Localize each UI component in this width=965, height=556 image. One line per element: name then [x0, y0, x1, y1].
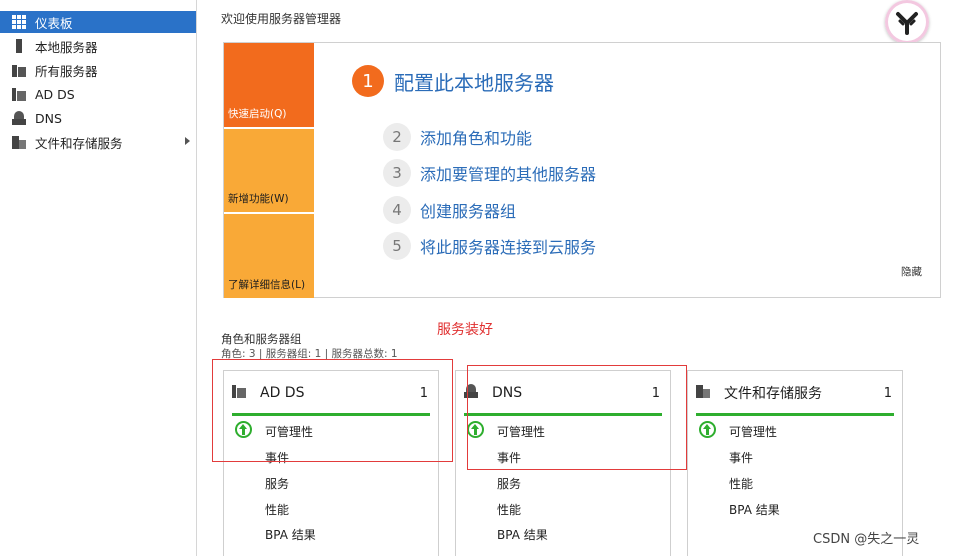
step-number-badge: 2: [383, 123, 411, 151]
step-number-badge: 4: [383, 196, 411, 224]
role-card-ad-ds[interactable]: AD DS 1 可管理性 事件 服务 性能 BPA 结果: [223, 370, 439, 556]
status-ok-icon: [235, 421, 252, 438]
sidebar-item-file-storage[interactable]: 文件和存储服务: [0, 131, 196, 153]
card-row-bpa[interactable]: BPA 结果: [497, 526, 548, 543]
sidebar-item-label: 仪表板: [35, 15, 73, 31]
step-number-badge: 1: [352, 65, 384, 97]
roles-summary: 角色: 3 | 服务器组: 1 | 服务器总数: 1: [221, 348, 398, 360]
quickstart-tile[interactable]: 快速启动(Q): [224, 43, 314, 127]
card-row-performance[interactable]: 性能: [729, 475, 753, 492]
card-row-bpa[interactable]: BPA 结果: [729, 501, 780, 518]
card-title: 文件和存储服务: [724, 386, 822, 402]
sidebar-item-label: 本地服务器: [35, 39, 98, 55]
learn-more-tile-label: 了解详细信息(L): [228, 279, 306, 291]
whats-new-tile-label: 新增功能(W): [228, 193, 289, 205]
ad-ds-icon: [232, 384, 250, 402]
status-bar: [232, 413, 430, 416]
step-label: 配置此本地服务器: [394, 70, 554, 95]
connect-cloud-link[interactable]: 5 将此服务器连接到云服务: [383, 232, 596, 260]
sidebar-item-ad-ds[interactable]: AD DS: [0, 83, 196, 105]
configure-local-server-link[interactable]: 1 配置此本地服务器: [352, 65, 554, 97]
card-header[interactable]: AD DS 1: [232, 381, 428, 405]
quickstart-tile-label: 快速启动(Q): [228, 108, 287, 120]
roles-section-title: 角色和服务器组: [221, 332, 302, 346]
whats-new-tile[interactable]: 新增功能(W): [224, 129, 314, 212]
card-row-manageability[interactable]: 可管理性: [729, 423, 777, 440]
status-ok-icon: [467, 421, 484, 438]
step-number-badge: 5: [383, 232, 411, 260]
card-row-bpa[interactable]: BPA 结果: [265, 526, 316, 543]
card-row-services[interactable]: 服务: [265, 475, 289, 492]
servers-icon: [12, 63, 26, 77]
server-icon: [12, 39, 26, 53]
page-title: 欢迎使用服务器管理器: [221, 12, 342, 26]
card-count: 1: [419, 385, 428, 401]
sidebar-item-label: 文件和存储服务: [35, 135, 123, 151]
card-row-manageability[interactable]: 可管理性: [265, 423, 313, 440]
chevron-right-icon[interactable]: [185, 137, 190, 145]
card-count: 1: [651, 385, 660, 401]
status-bar: [464, 413, 662, 416]
step-number-badge: 3: [383, 159, 411, 187]
card-row-events[interactable]: 事件: [497, 449, 521, 466]
card-title: DNS: [492, 385, 523, 401]
card-row-events[interactable]: 事件: [729, 449, 753, 466]
create-server-group-link[interactable]: 4 创建服务器组: [383, 196, 516, 224]
logo-mark-icon: [896, 12, 918, 35]
card-count: 1: [883, 385, 892, 401]
sidebar-item-label: 所有服务器: [35, 63, 98, 79]
card-header[interactable]: 文件和存储服务 1: [696, 381, 892, 405]
card-row-events[interactable]: 事件: [265, 449, 289, 466]
role-card-dns[interactable]: DNS 1 可管理性 事件 服务 性能 BPA 结果: [455, 370, 671, 556]
sidebar-item-dns[interactable]: DNS: [0, 107, 196, 129]
quickstart-panel: 快速启动(Q) 新增功能(W) 了解详细信息(L) 1 配置此本地服务器 2 添…: [223, 42, 941, 298]
dns-icon: [464, 384, 482, 402]
step-label: 添加要管理的其他服务器: [420, 165, 597, 184]
card-header[interactable]: DNS 1: [464, 381, 660, 405]
sidebar-item-local-server[interactable]: 本地服务器: [0, 35, 196, 57]
sidebar-item-all-servers[interactable]: 所有服务器: [0, 59, 196, 81]
ad-ds-icon: [12, 87, 26, 101]
sidebar: 仪表板 本地服务器 所有服务器 AD DS DNS 文件和存储服务: [0, 0, 197, 556]
card-row-performance[interactable]: 性能: [497, 501, 521, 518]
file-storage-icon: [12, 135, 26, 149]
card-row-services[interactable]: 服务: [497, 475, 521, 492]
sidebar-item-label: AD DS: [35, 86, 75, 102]
annotation-text: 服务装好: [437, 322, 493, 338]
status-bar: [696, 413, 894, 416]
watermark: CSDN @失之一灵: [813, 532, 920, 547]
card-row-performance[interactable]: 性能: [265, 501, 289, 518]
status-ok-icon: [699, 421, 716, 438]
step-label: 添加角色和功能: [420, 129, 533, 148]
sidebar-item-label: DNS: [35, 110, 62, 126]
card-title: AD DS: [260, 385, 305, 401]
sidebar-item-dashboard[interactable]: 仪表板: [0, 11, 196, 33]
dns-icon: [12, 111, 26, 125]
hide-link[interactable]: 隐藏: [901, 264, 922, 279]
add-servers-link[interactable]: 3 添加要管理的其他服务器: [383, 159, 596, 187]
add-roles-link[interactable]: 2 添加角色和功能: [383, 123, 532, 151]
step-label: 将此服务器连接到云服务: [420, 238, 597, 257]
file-storage-icon: [696, 384, 714, 402]
dashboard-icon: [12, 15, 26, 29]
step-label: 创建服务器组: [420, 202, 517, 221]
learn-more-tile[interactable]: 了解详细信息(L): [224, 214, 314, 298]
logo: [885, 0, 929, 44]
card-row-manageability[interactable]: 可管理性: [497, 423, 545, 440]
